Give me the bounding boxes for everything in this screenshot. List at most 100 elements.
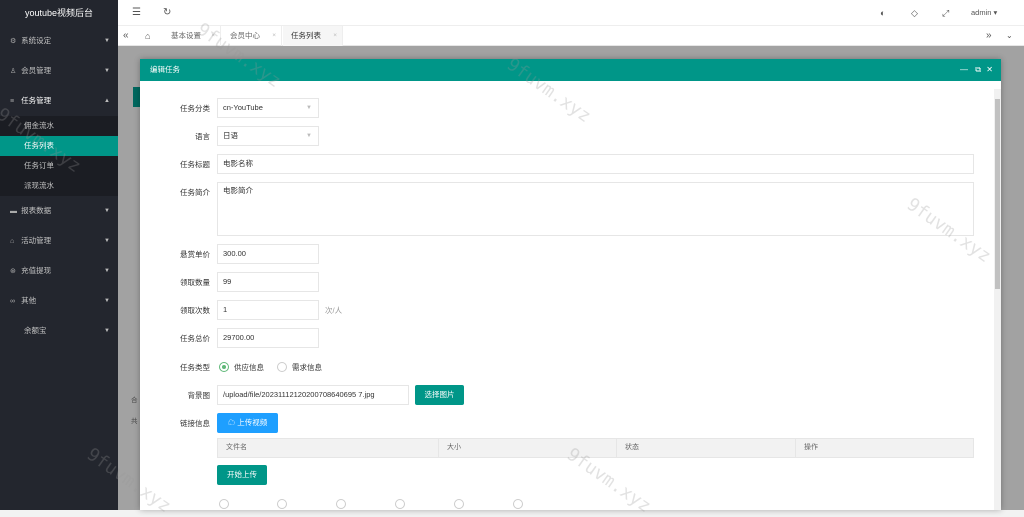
fullscreen-icon[interactable]: ⤢: [942, 0, 949, 26]
radio-option[interactable]: [336, 499, 346, 509]
user-menu[interactable]: admin ▾: [971, 0, 997, 26]
sidebar-item-system[interactable]: ⚙ 系统设定 ▼: [0, 26, 118, 56]
times-input[interactable]: 1: [217, 300, 319, 320]
money-icon: ⊛: [10, 268, 16, 275]
reward-input[interactable]: 300.00: [217, 244, 319, 264]
caret-down-icon: ▾: [993, 8, 998, 17]
tabs-scroll-left-icon[interactable]: «: [123, 26, 129, 46]
chevron-down-icon: ▼: [104, 208, 110, 214]
gift-icon: ⌂: [10, 238, 15, 245]
label-times: 领取次数: [180, 306, 210, 315]
chevron-down-icon[interactable]: ⌄: [1006, 26, 1013, 46]
background-path-input[interactable]: /upload/file/20231112120200708640695 7.j…: [217, 385, 409, 405]
radio-option[interactable]: [277, 499, 287, 509]
sidebar-item-label: 系统设定: [21, 36, 52, 45]
edit-task-dialog: 编辑任务 — ⧉ ✕ 任务分类 cn-YouTube ▼ 语言 日语 ▼ 任务标题 …: [140, 59, 1001, 510]
start-upload-button[interactable]: 开始上传: [217, 465, 267, 485]
label-language: 语言: [195, 132, 210, 141]
close-icon[interactable]: ×: [272, 26, 276, 46]
sidebar-sub-commission[interactable]: 佣金流水: [0, 116, 118, 136]
radio-option[interactable]: [395, 499, 405, 509]
dropdown-arrow-icon: ▼: [306, 133, 312, 139]
refresh-icon[interactable]: ↻: [163, 0, 171, 26]
home-icon[interactable]: ⌂: [145, 26, 150, 46]
close-icon[interactable]: ×: [211, 26, 215, 46]
quantity-input[interactable]: 99: [217, 272, 319, 292]
title-input[interactable]: 电影名称: [217, 154, 974, 174]
label-category: 任务分类: [180, 104, 210, 113]
sidebar-sub-task-orders[interactable]: 任务订单: [0, 156, 118, 176]
minimize-icon[interactable]: —: [960, 59, 968, 81]
user-icon: ♙: [10, 68, 17, 75]
category-value: cn-YouTube: [223, 103, 263, 112]
sidebar-item-reports[interactable]: ▬ 报表数据 ▼: [0, 196, 118, 226]
language-select[interactable]: 日语 ▼: [217, 126, 319, 146]
gear-icon: ⚙: [10, 38, 17, 45]
chevron-down-icon: ▼: [104, 298, 110, 304]
app-title: youtube视频后台: [24, 8, 94, 18]
radio-option[interactable]: [219, 499, 229, 509]
category-select[interactable]: cn-YouTube ▼: [217, 98, 319, 118]
sidebar-item-label: 任务管理: [21, 96, 52, 105]
sidebar: youtube视频后台 ⚙ 系统设定 ▼ ♙ 会员管理 ▼ ≡ 任务管理 ▲ 佣金流水…: [0, 0, 118, 510]
tab-label: 会员中心: [230, 31, 260, 40]
upload-video-button[interactable]: ☁ 上传视频: [217, 413, 278, 433]
tabs-scroll-right-icon[interactable]: »: [986, 26, 992, 46]
label-type: 任务类型: [180, 363, 210, 372]
table-header-size: 大小: [438, 439, 461, 457]
radio-demand[interactable]: [277, 362, 287, 372]
radio-demand-label: 需求信息: [292, 363, 322, 372]
maximize-icon[interactable]: ⧉: [975, 59, 981, 81]
radio-supply[interactable]: [219, 362, 229, 372]
sidebar-item-yuebao[interactable]: 余额宝 ▼: [0, 316, 118, 346]
label-quantity: 领取数量: [180, 278, 210, 287]
sidebar-item-label: 余额宝: [24, 326, 47, 335]
tab-member-center[interactable]: 会员中心 ×: [222, 26, 282, 46]
chevron-down-icon: ▼: [104, 38, 110, 44]
chevron-up-icon: ▲: [104, 98, 110, 104]
scrollbar-thumb[interactable]: [995, 99, 1000, 289]
sidebar-item-label: 其他: [21, 296, 37, 305]
dropdown-arrow-icon: ▼: [306, 105, 312, 111]
close-icon[interactable]: ✕: [986, 59, 993, 81]
upload-table-header: 文件名 大小 状态 操作: [217, 438, 974, 458]
radio-option[interactable]: [454, 499, 464, 509]
total-input[interactable]: 29700.00: [217, 328, 319, 348]
dialog-title: 编辑任务: [150, 65, 180, 74]
label-link: 链接信息: [180, 419, 210, 428]
tab-label: 任务列表: [291, 31, 321, 40]
label-background: 背景图: [187, 391, 211, 400]
sidebar-item-other[interactable]: ∞ 其他 ▼: [0, 286, 118, 316]
select-image-button[interactable]: 选择图片: [415, 385, 464, 405]
chart-icon: ▬: [10, 208, 17, 215]
radio-supply-label: 供应信息: [234, 363, 264, 372]
theme-icon[interactable]: ◐: [880, 0, 885, 26]
sidebar-item-tasks[interactable]: ≡ 任务管理 ▲: [0, 86, 118, 116]
scrollbar[interactable]: [994, 89, 1001, 510]
dialog-header: 编辑任务 — ⧉ ✕: [140, 59, 1001, 81]
label-reward: 悬赏单价: [180, 250, 210, 259]
intro-textarea[interactable]: 电影简介: [217, 182, 974, 236]
label-total: 任务总价: [180, 334, 210, 343]
sidebar-sub-payout[interactable]: 派现流水: [0, 176, 118, 196]
menu-toggle-icon[interactable]: ☰: [132, 0, 141, 26]
radio-option[interactable]: [513, 499, 523, 509]
tab-bar: « ⌂ 基本设置 × 会员中心 × 任务列表 × » ⌄: [118, 26, 1024, 46]
sidebar-submenu: 佣金流水 任务列表 任务订单 派现流水: [0, 116, 118, 196]
link-icon: ∞: [10, 298, 15, 305]
table-header-actions: 操作: [795, 439, 818, 457]
tab-basic-settings[interactable]: 基本设置 ×: [163, 26, 221, 46]
sidebar-item-activities[interactable]: ⌂ 活动管理 ▼: [0, 226, 118, 256]
upload-video-label: 上传视频: [237, 418, 268, 427]
chevron-down-icon: ▼: [104, 68, 110, 74]
list-icon: ≡: [10, 98, 15, 105]
sidebar-item-recharge[interactable]: ⊛ 充值提现 ▼: [0, 256, 118, 286]
sidebar-item-label: 充值提现: [21, 266, 52, 275]
close-icon[interactable]: ×: [333, 26, 337, 46]
tab-task-list[interactable]: 任务列表 ×: [283, 26, 343, 46]
sidebar-item-members[interactable]: ♙ 会员管理 ▼: [0, 56, 118, 86]
sidebar-item-label: 报表数据: [21, 206, 52, 215]
tag-icon[interactable]: ◇: [911, 0, 918, 26]
sidebar-sub-task-list[interactable]: 任务列表: [0, 136, 118, 156]
chevron-down-icon: ▼: [104, 328, 110, 334]
